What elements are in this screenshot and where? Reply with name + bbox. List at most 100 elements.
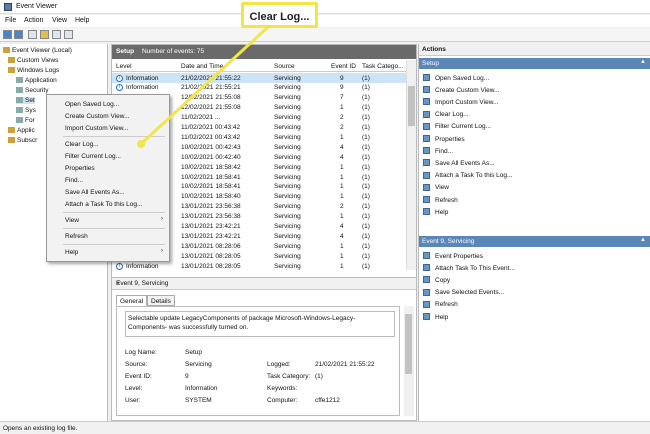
submenu-arrow-icon: › <box>161 248 163 254</box>
action-item[interactable]: Refresh <box>419 194 650 206</box>
back-icon[interactable] <box>3 30 12 39</box>
action-icon <box>423 135 430 142</box>
detail-header: Event 9, Servicing × <box>112 278 416 290</box>
action-item[interactable]: Copy <box>419 274 650 286</box>
context-menu: Open Saved Log... Create Custom View... Im… <box>46 94 170 262</box>
cell-event-id: 1 <box>340 262 344 270</box>
action-label: Help <box>435 208 449 216</box>
context-menu-item[interactable]: Clear Log... <box>47 139 169 150</box>
cell-date: 11/02/2021 00:43:42 <box>181 124 241 131</box>
context-menu-item[interactable]: Refresh <box>47 231 169 242</box>
action-item[interactable]: Filter Current Log... <box>419 121 650 133</box>
action-item[interactable]: Find... <box>419 145 650 157</box>
cell-date: 11/02/2021 00:43:42 <box>181 133 241 141</box>
cell-date: 13/01/2021 08:28:05 <box>181 252 241 260</box>
cell-source: Servicing <box>274 213 301 221</box>
action-item[interactable]: Save Selected Events... <box>419 287 650 299</box>
tree-item-subscriptions[interactable]: Subscr <box>8 137 37 144</box>
tree-icon[interactable] <box>40 30 49 39</box>
tree-item-security[interactable]: Security <box>16 87 48 94</box>
menu-item-label: Clear Log... <box>65 141 99 148</box>
action-item[interactable]: Clear Log... <box>419 109 650 121</box>
action-item[interactable]: Attach a Task To this Log... <box>419 170 650 182</box>
actions-section-event[interactable]: Event 9, Servicing ▲ <box>419 236 650 247</box>
context-menu-item[interactable]: Find... <box>47 175 169 186</box>
col-date[interactable]: Date and Time <box>181 63 223 70</box>
menu-item-label: Properties <box>65 165 95 172</box>
menu-item-label: Create Custom View... <box>65 113 130 120</box>
tree-label: Application <box>25 77 57 84</box>
menu-view[interactable]: View <box>52 17 67 24</box>
tab-details[interactable]: Details <box>147 295 175 306</box>
action-item[interactable]: Help <box>419 206 650 218</box>
collapse-icon[interactable]: ▲ <box>640 59 646 65</box>
menu-file[interactable]: File <box>5 17 16 24</box>
field-task-value: (1) <box>315 373 323 380</box>
tree-item-application[interactable]: Application <box>16 77 57 84</box>
context-menu-item[interactable]: Save All Events As... <box>47 187 169 198</box>
col-source[interactable]: Source <box>274 63 295 70</box>
cell-event-id: 1 <box>340 213 344 221</box>
scroll-thumb[interactable] <box>408 86 415 126</box>
action-item[interactable]: View <box>419 182 650 194</box>
tree-item-event-viewer[interactable]: Event Viewer (Local) <box>3 47 72 54</box>
cell-task: (1) <box>362 74 370 82</box>
action-item[interactable]: Attach Task To This Event... <box>419 262 650 274</box>
action-item[interactable]: Save All Events As... <box>419 157 650 169</box>
collapse-icon[interactable]: ▲ <box>640 237 646 243</box>
action-item[interactable]: Import Custom View... <box>419 96 650 108</box>
tree-label: Security <box>25 87 49 94</box>
menu-item-label: Help <box>65 249 79 256</box>
context-menu-item[interactable]: Filter Current Log... <box>47 151 169 162</box>
action-label: Help <box>435 313 449 321</box>
action-item[interactable]: Create Custom View... <box>419 84 650 96</box>
cell-event-id: 1 <box>340 173 344 181</box>
tree-item-setup[interactable]: Set <box>16 97 35 104</box>
event-message[interactable]: Selectable update LegacyComponents of pa… <box>125 311 395 337</box>
events-scrollbar[interactable] <box>406 60 416 270</box>
col-level[interactable]: Level <box>116 63 132 70</box>
col-task[interactable]: Task Catego... <box>362 63 404 70</box>
tree-item-forwarded[interactable]: For <box>16 117 35 124</box>
table-row[interactable]: iInformation 13/01/2021 08:28:05 Servicing… <box>112 261 406 271</box>
field-log-name-value: Setup <box>185 349 202 356</box>
action-item[interactable]: Help <box>419 311 650 323</box>
detail-scrollbar[interactable] <box>404 306 414 416</box>
context-menu-item[interactable]: Properties <box>47 163 169 174</box>
help-icon[interactable] <box>52 30 61 39</box>
forward-icon[interactable] <box>14 30 23 39</box>
callout-box: Clear Log... <box>241 2 318 28</box>
computer-icon <box>3 47 10 53</box>
menu-help[interactable]: Help <box>75 17 89 24</box>
tree-item-windows-logs[interactable]: Windows Logs <box>8 67 59 74</box>
context-menu-item[interactable]: Create Custom View... <box>47 111 169 122</box>
close-icon[interactable]: × <box>116 280 412 287</box>
tab-general[interactable]: General <box>116 295 148 306</box>
cell-event-id: 1 <box>340 104 344 112</box>
table-row[interactable]: i Information 21/02/2021 21:55:21 Servicing… <box>112 83 406 93</box>
pane-icon[interactable] <box>64 30 73 39</box>
context-menu-item[interactable]: View › <box>47 215 169 226</box>
context-menu-item[interactable]: Open Saved Log... <box>47 99 169 110</box>
menu-action[interactable]: Action <box>24 17 43 24</box>
action-item[interactable]: Open Saved Log... <box>419 72 650 84</box>
action-item[interactable]: Properties <box>419 133 650 145</box>
tree-item-custom-views[interactable]: Custom Views <box>8 57 58 64</box>
folder-icon[interactable] <box>28 30 37 39</box>
cell-date: 13/01/2021 08:28:05 <box>181 262 241 270</box>
status-text: Opens an existing log file. <box>3 425 78 432</box>
tree-item-applications[interactable]: Applic <box>8 127 35 134</box>
action-item[interactable]: Refresh <box>419 299 650 311</box>
tree-item-system[interactable]: Sys <box>16 107 36 114</box>
actions-section-setup[interactable]: Setup ▲ <box>419 58 650 69</box>
context-menu-item[interactable]: Import Custom View... <box>47 123 169 134</box>
context-menu-item[interactable]: Help › <box>47 247 169 258</box>
col-event-id[interactable]: Event ID <box>331 63 356 70</box>
column-headers: Level Date and Time Source Event ID Task… <box>112 60 406 72</box>
cell-task: (1) <box>362 84 370 92</box>
scroll-thumb[interactable] <box>405 314 412 374</box>
cell-task: (1) <box>362 104 370 112</box>
table-row[interactable]: i Information 21/02/2021 21:55:22 Servicing… <box>112 73 406 83</box>
context-menu-item[interactable]: Attach a Task To this Log... <box>47 199 169 210</box>
action-item[interactable]: Event Properties <box>419 250 650 262</box>
